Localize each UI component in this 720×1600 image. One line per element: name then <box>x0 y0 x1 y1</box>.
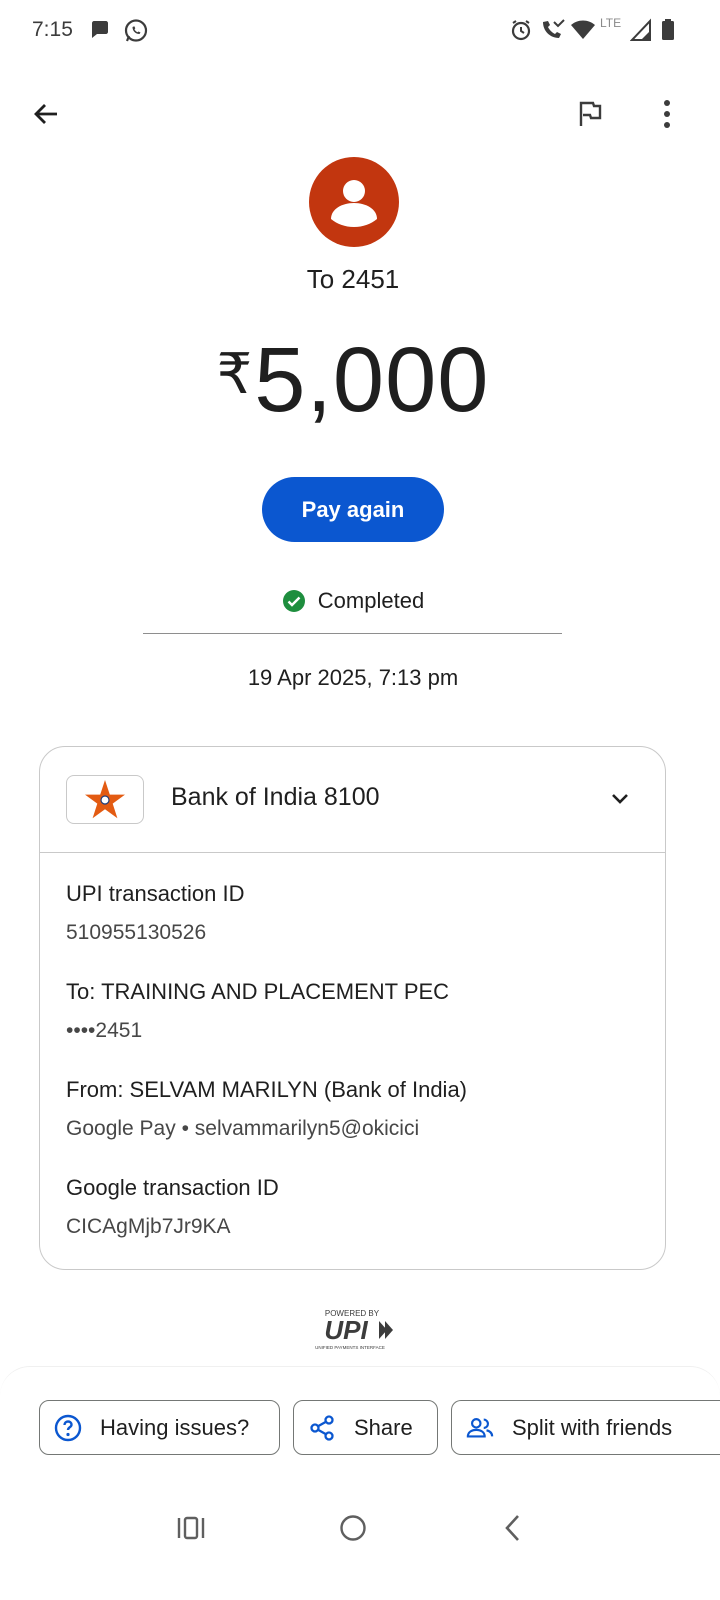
flag-icon <box>579 101 602 126</box>
detail-value: 510955130526 <box>66 921 207 944</box>
divider <box>143 633 562 634</box>
upi-brand: UPI <box>324 1315 368 1345</box>
recipient-title: To 2451 <box>306 264 400 294</box>
network-label: LTE <box>600 16 622 30</box>
wifi-calling-icon <box>540 18 566 47</box>
report-flag-button[interactable] <box>566 90 614 138</box>
home-button[interactable] <box>329 1506 377 1550</box>
more-options-button[interactable] <box>643 90 691 138</box>
transaction-date-time: 19 Apr 2025, 7:13 pm <box>247 665 459 690</box>
bank-of-india-logo <box>66 775 144 824</box>
bank-account-header[interactable]: Bank of India 8100 <box>40 747 665 853</box>
payer-details: From: SELVAM MARILYN (Bank of India) Goo… <box>66 1077 467 1141</box>
home-circle-icon <box>340 1515 366 1541</box>
upi-logo: POWERED BY UPI UNIFIED PAYMENTS INTERFAC… <box>315 1309 393 1350</box>
chevron-down-icon <box>612 794 628 804</box>
check-circle-icon <box>282 590 305 612</box>
more-vert-icon <box>664 100 670 128</box>
expand-button[interactable] <box>602 781 638 817</box>
whatsapp-icon <box>123 18 149 49</box>
detail-label: From: SELVAM MARILYN (Bank of India) <box>66 1077 468 1102</box>
detail-label: UPI transaction ID <box>66 881 245 906</box>
split-with-friends-button[interactable]: Split with friends <box>451 1400 720 1455</box>
detail-label: To: TRAINING AND PLACEMENT PEC <box>66 979 450 1004</box>
transaction-details-card: Bank of India 8100 UPI transaction ID 51… <box>39 746 666 1270</box>
upi-transaction-id: UPI transaction ID 510955130526 <box>66 881 245 945</box>
chip-label: Split with friends <box>512 1414 673 1440</box>
share-button[interactable]: Share <box>293 1400 438 1455</box>
chevron-left-icon <box>505 1515 519 1541</box>
detail-value: ••••2451 <box>66 1019 143 1042</box>
alarm-icon <box>509 18 533 47</box>
battery-icon <box>660 18 676 47</box>
avatar <box>309 157 399 247</box>
status-text: Completed <box>317 588 425 613</box>
signal-icon <box>629 18 652 47</box>
currency-symbol: ₹ <box>216 342 253 405</box>
amount-value: 5,000 <box>254 329 490 431</box>
detail-label: Google transaction ID <box>66 1175 279 1200</box>
group-icon <box>466 1414 494 1442</box>
wifi-icon <box>570 18 596 47</box>
detail-value: CICAgMjb7Jr9KA <box>66 1215 231 1238</box>
upi-tagline: UNIFIED PAYMENTS INTERFACE <box>315 1345 385 1350</box>
system-back-button[interactable] <box>489 1506 537 1550</box>
help-icon <box>54 1414 82 1442</box>
payee-details: To: TRAINING AND PLACEMENT PEC ••••2451 <box>66 979 449 1043</box>
chip-label: Share <box>354 1414 413 1440</box>
share-icon <box>308 1414 336 1442</box>
recent-apps-button[interactable] <box>167 1506 215 1550</box>
having-issues-button[interactable]: Having issues? <box>39 1400 280 1455</box>
chip-label: Having issues? <box>100 1414 250 1440</box>
chat-bubble-icon <box>88 18 112 47</box>
payment-status: Completed <box>0 588 706 614</box>
detail-value: Google Pay • selvammarilyn5@okicici <box>66 1117 420 1140</box>
pay-again-button[interactable]: Pay again <box>262 477 444 542</box>
recent-apps-icon <box>177 1516 205 1540</box>
status-bar: 7:15 LTE <box>0 0 720 62</box>
google-transaction-id: Google transaction ID CICAgMjb7Jr9KA <box>66 1175 279 1239</box>
status-time: 7:15 <box>32 18 73 41</box>
person-icon <box>331 180 377 227</box>
bank-account-name: Bank of India 8100 <box>171 783 380 811</box>
amount-display: ₹5,000 <box>0 328 706 433</box>
bank-star-icon <box>85 779 125 818</box>
back-arrow-icon <box>34 104 57 124</box>
back-button[interactable] <box>22 90 70 138</box>
